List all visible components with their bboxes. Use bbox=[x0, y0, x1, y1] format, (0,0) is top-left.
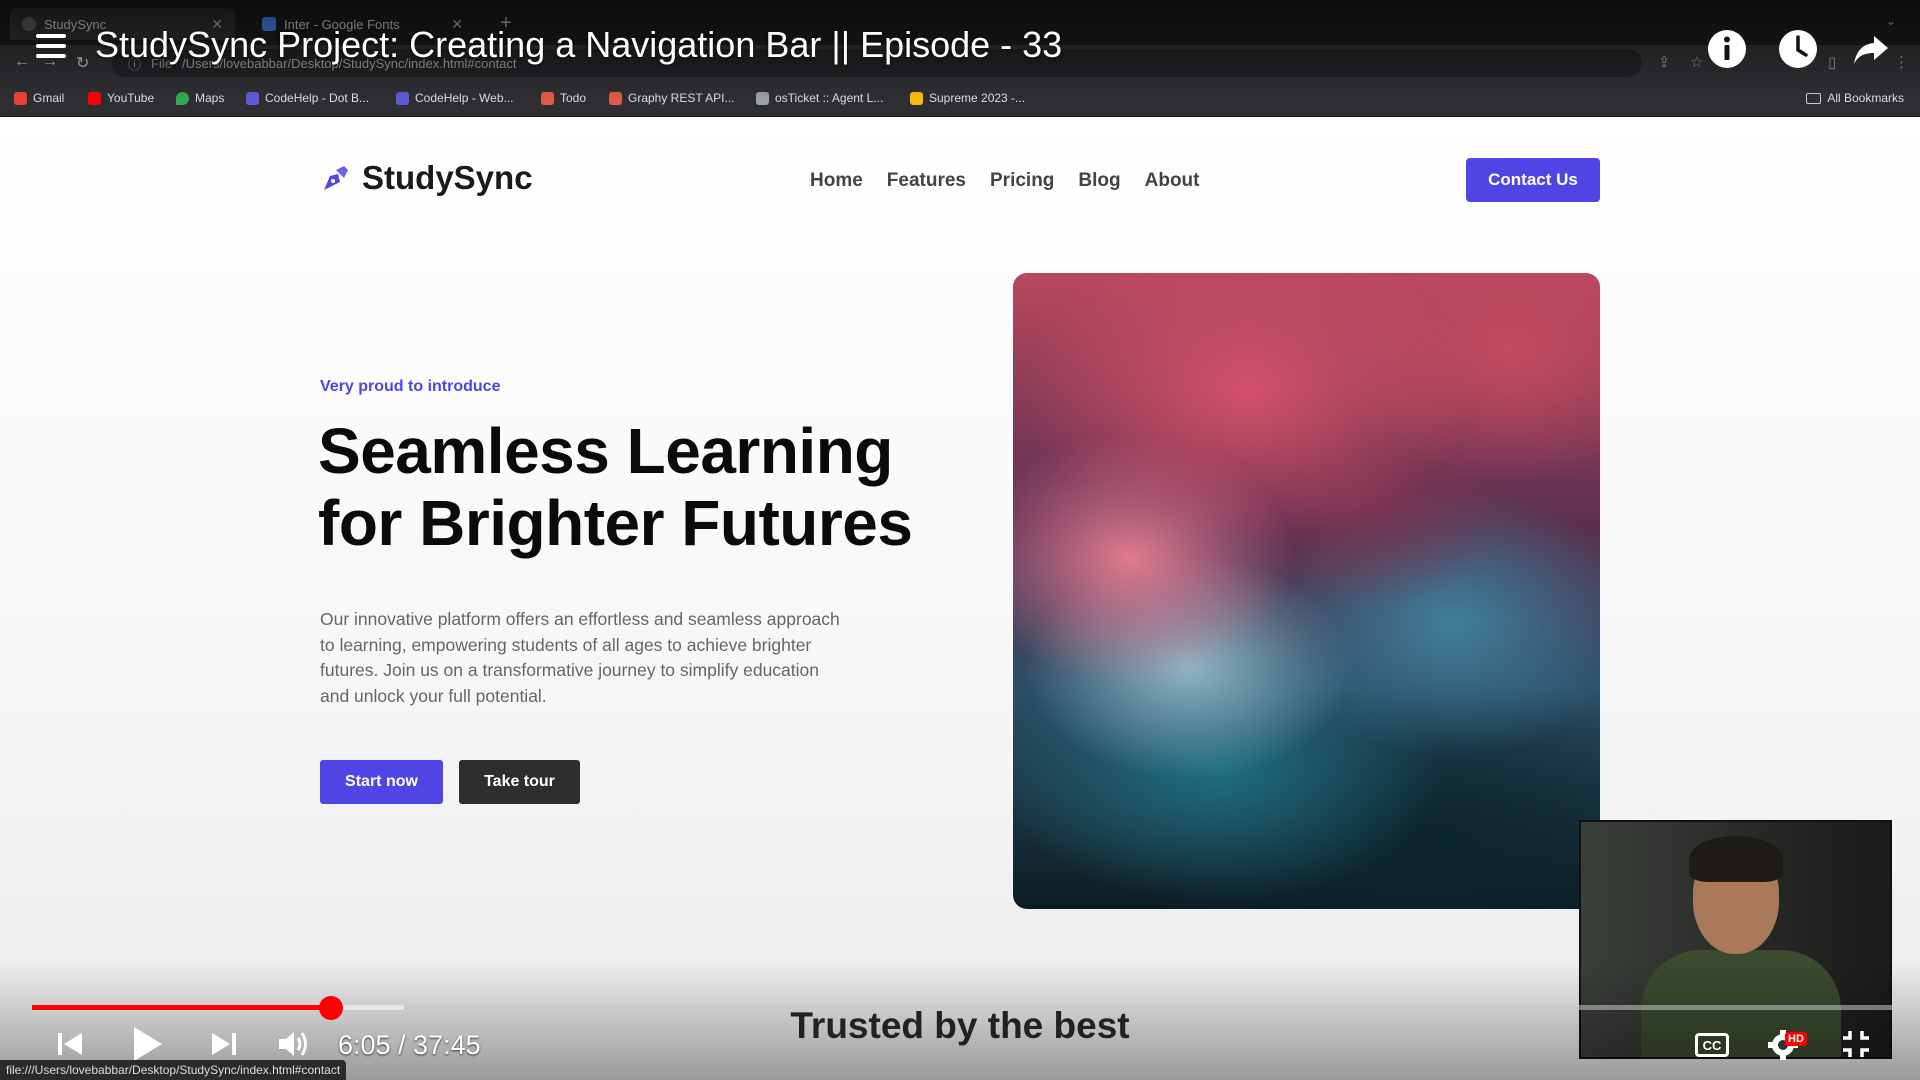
osticket-icon bbox=[756, 91, 769, 105]
nav-link-features[interactable]: Features bbox=[887, 170, 966, 192]
hero-eyebrow: Very proud to introduce bbox=[320, 378, 501, 395]
progress-bar[interactable] bbox=[32, 996, 1892, 1020]
hero-image bbox=[1013, 273, 1600, 909]
presenter-hair bbox=[1689, 836, 1783, 882]
exit-fullscreen-icon[interactable] bbox=[1840, 1028, 1872, 1060]
bookmark-youtube[interactable]: YouTube bbox=[88, 91, 154, 105]
star-icon[interactable]: ☆ bbox=[1690, 53, 1703, 71]
video-frame: StudySync ✕ Inter - Google Fonts ✕ + ⌄ ←… bbox=[0, 0, 1920, 1080]
bookmark-label: Todo bbox=[560, 91, 587, 105]
previous-icon[interactable] bbox=[54, 1028, 86, 1060]
side-panel-icon[interactable]: ▯ bbox=[1828, 53, 1836, 71]
reload-icon[interactable]: ↻ bbox=[76, 53, 89, 73]
start-now-button[interactable]: Start now bbox=[320, 760, 443, 804]
nav-link-pricing[interactable]: Pricing bbox=[990, 170, 1054, 192]
bookmark-osticket[interactable]: osTicket :: Agent L... bbox=[756, 91, 883, 105]
pen-nib-icon bbox=[324, 166, 348, 190]
video-title[interactable]: StudySync Project: Creating a Navigation… bbox=[95, 24, 1062, 66]
bookmark-supreme[interactable]: Supreme 2023 -... bbox=[910, 91, 1025, 105]
youtube-icon bbox=[88, 91, 101, 105]
chevron-down-icon[interactable]: ⌄ bbox=[1886, 14, 1896, 28]
drive-icon bbox=[910, 91, 923, 105]
bookmark-todo[interactable]: Todo bbox=[541, 91, 586, 105]
progress-played bbox=[32, 1005, 332, 1010]
bookmark-gmail[interactable]: Gmail bbox=[14, 91, 64, 105]
volume-icon[interactable] bbox=[276, 1028, 312, 1060]
time-display: 6:05 / 37:45 bbox=[338, 1030, 481, 1060]
codehelp-icon bbox=[246, 91, 259, 105]
site-logo[interactable]: StudySync bbox=[320, 159, 533, 197]
gmail-icon bbox=[14, 91, 27, 105]
bookmark-label: Graphy REST API... bbox=[628, 91, 735, 105]
bookmark-label: Maps bbox=[195, 91, 225, 105]
brand-name: StudySync bbox=[362, 159, 533, 196]
bookmark-label: YouTube bbox=[107, 91, 155, 105]
todo-icon bbox=[541, 91, 554, 105]
maps-pin-icon bbox=[176, 91, 189, 105]
globe-icon bbox=[22, 17, 36, 31]
main-nav: Home Features Pricing Blog About bbox=[810, 170, 1200, 192]
headline-line-2: for Brighter Futures bbox=[318, 487, 913, 559]
hero-headline: Seamless Learning for Brighter Futures bbox=[318, 415, 938, 559]
watch-later-clock-icon[interactable] bbox=[1777, 28, 1819, 70]
folder-icon bbox=[1806, 92, 1822, 104]
info-icon[interactable] bbox=[1706, 28, 1748, 70]
nav-link-about[interactable]: About bbox=[1145, 170, 1200, 192]
headline-line-1: Seamless Learning bbox=[318, 415, 893, 487]
next-icon[interactable] bbox=[208, 1028, 240, 1060]
more-vert-icon[interactable]: ⋮ bbox=[1894, 53, 1909, 71]
nav-link-blog[interactable]: Blog bbox=[1078, 170, 1120, 192]
share-arrow-icon[interactable] bbox=[1850, 28, 1892, 70]
bookmark-label: osTicket :: Agent L... bbox=[775, 91, 884, 105]
bookmarks-bar: Gmail YouTube Maps CodeHelp - Dot B... C… bbox=[0, 81, 1920, 117]
all-bookmarks[interactable]: All Bookmarks bbox=[1806, 91, 1904, 105]
hero-description: Our innovative platform offers an effort… bbox=[320, 609, 840, 706]
bookmark-label: CodeHelp - Web... bbox=[415, 91, 514, 105]
share-icon[interactable]: ⇪ bbox=[1658, 53, 1671, 71]
bookmark-label: Gmail bbox=[33, 91, 65, 105]
contact-us-button[interactable]: Contact Us bbox=[1466, 158, 1600, 202]
bookmark-graphy[interactable]: Graphy REST API... bbox=[609, 91, 735, 105]
bookmark-maps[interactable]: Maps bbox=[176, 91, 224, 105]
captions-button[interactable]: CC bbox=[1695, 1033, 1729, 1057]
graphy-icon bbox=[609, 91, 622, 105]
hd-badge: HD bbox=[1785, 1032, 1807, 1046]
bookmark-codehelp-web[interactable]: CodeHelp - Web... bbox=[396, 91, 514, 105]
all-bookmarks-label: All Bookmarks bbox=[1827, 91, 1904, 105]
take-tour-button[interactable]: Take tour bbox=[459, 760, 580, 804]
bookmark-label: Supreme 2023 -... bbox=[929, 91, 1026, 105]
back-arrow-icon[interactable]: ← bbox=[14, 53, 30, 71]
menu-icon[interactable] bbox=[36, 34, 66, 58]
play-icon[interactable] bbox=[130, 1024, 166, 1064]
codehelp-icon bbox=[396, 91, 409, 105]
bookmark-label: CodeHelp - Dot B... bbox=[265, 91, 370, 105]
status-bar-url: file:///Users/lovebabbar/Desktop/StudySy… bbox=[0, 1060, 347, 1080]
bookmark-codehelp-dot[interactable]: CodeHelp - Dot B... bbox=[246, 91, 369, 105]
nav-link-home[interactable]: Home bbox=[810, 170, 863, 192]
